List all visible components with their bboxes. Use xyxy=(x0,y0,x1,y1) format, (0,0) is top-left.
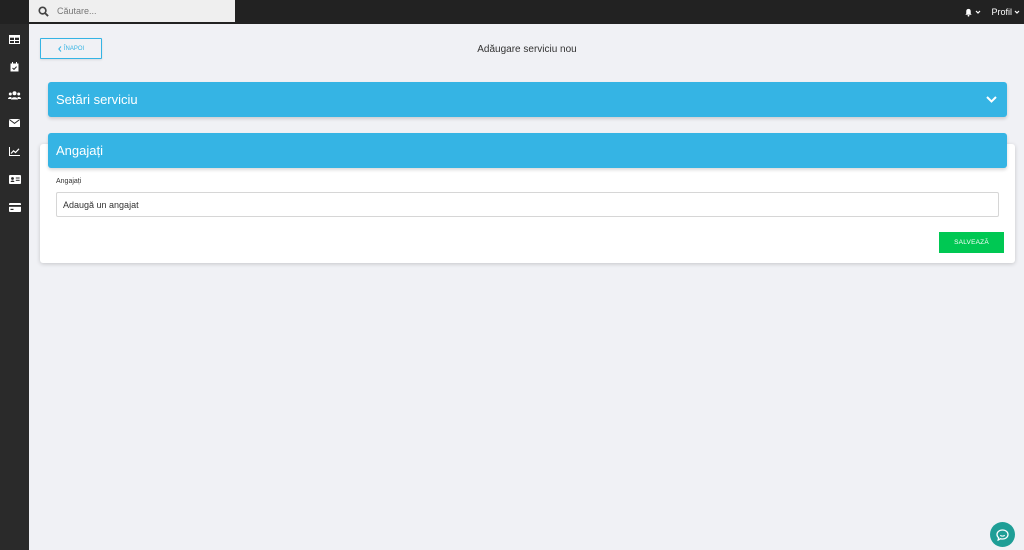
chart-icon xyxy=(9,146,20,156)
sidebar-item-calendar[interactable] xyxy=(0,53,29,81)
sidebar-item-reports[interactable] xyxy=(0,137,29,165)
add-employee-input[interactable] xyxy=(56,192,999,217)
table-icon xyxy=(9,34,20,44)
chat-button[interactable] xyxy=(990,522,1015,547)
top-right-menu: Profil xyxy=(964,0,1020,24)
profile-label: Profil xyxy=(991,7,1012,17)
employees-field-label: Angajați xyxy=(56,178,82,185)
sidebar-item-payments[interactable] xyxy=(0,193,29,221)
users-icon xyxy=(8,90,21,99)
credit-card-icon xyxy=(8,202,21,212)
employees-panel-header: Angajați xyxy=(48,133,1007,168)
bell-icon xyxy=(965,8,973,17)
sidebar-item-users[interactable] xyxy=(0,81,29,109)
calendar-icon xyxy=(10,62,19,72)
top-bar: Profil xyxy=(0,0,1024,24)
chevron-down-icon xyxy=(976,10,981,14)
service-settings-panel-header[interactable]: Setări serviciu xyxy=(48,82,1007,117)
search-input[interactable] xyxy=(57,1,217,21)
id-card-icon xyxy=(8,174,21,184)
chevron-down-icon xyxy=(986,96,997,103)
envelope-icon xyxy=(9,119,20,127)
service-settings-title: Setări serviciu xyxy=(56,92,138,107)
page-title: Adăugare serviciu nou xyxy=(477,44,577,55)
chevron-down-icon xyxy=(1014,10,1020,14)
search-box xyxy=(29,0,235,22)
notifications-button[interactable] xyxy=(964,8,981,17)
chat-icon xyxy=(996,528,1009,541)
search-icon[interactable] xyxy=(29,5,57,17)
sidebar-item-clients[interactable] xyxy=(0,165,29,193)
save-button[interactable]: SALVEAZĂ xyxy=(939,232,1004,253)
employees-title: Angajați xyxy=(56,143,103,158)
sidebar-item-messages[interactable] xyxy=(0,109,29,137)
sidebar xyxy=(0,24,29,550)
profile-menu[interactable]: Profil xyxy=(991,7,1020,17)
